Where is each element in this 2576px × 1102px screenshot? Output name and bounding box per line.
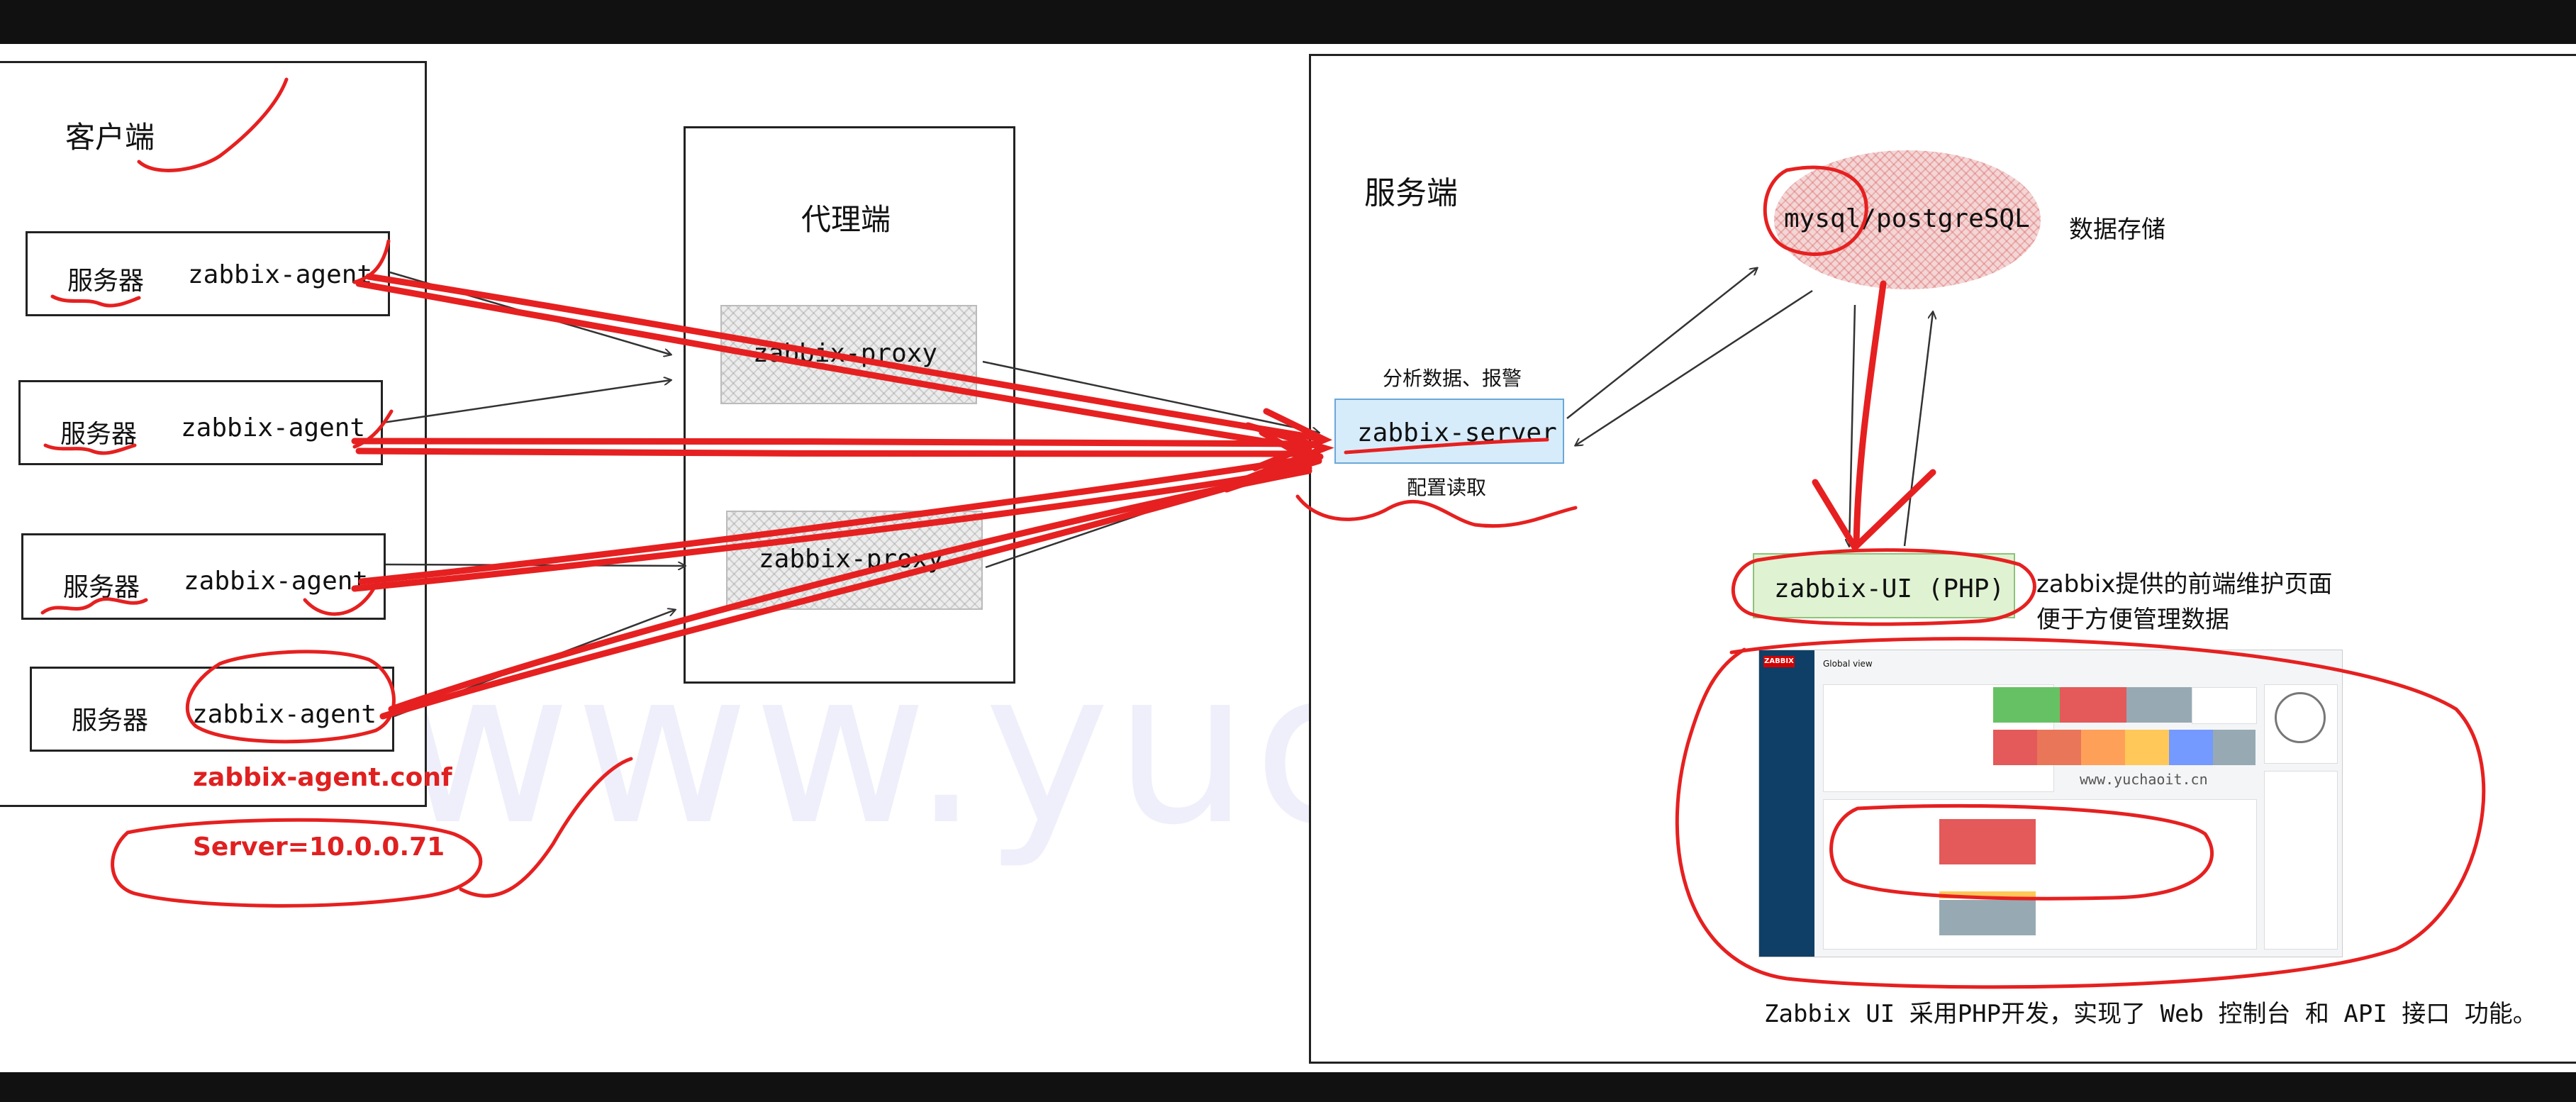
red-arrow-agent3 xyxy=(358,453,1324,585)
circle-mysql xyxy=(1763,165,1868,256)
mark-config xyxy=(1295,494,1578,528)
red-arrow-agent2 xyxy=(351,438,1322,447)
underline-server-3 xyxy=(40,597,148,615)
circle-screenshot xyxy=(1675,637,2486,989)
underline-server-1 xyxy=(50,294,141,308)
circle-conf xyxy=(111,818,483,908)
arrow-ui-db xyxy=(1903,312,1933,547)
red-arrow-agent2-b xyxy=(355,447,1315,457)
arrow-db-ui xyxy=(1849,304,1856,546)
arrow-db-server xyxy=(1576,289,1813,445)
arrow-server-db xyxy=(1566,268,1757,419)
circle-ui xyxy=(1731,548,2036,626)
arrow-agent2-proxy1 xyxy=(382,380,671,424)
red-arrow-agent1-b xyxy=(355,280,1312,452)
circle-agent-4 xyxy=(185,650,396,744)
mark-conf-tail xyxy=(459,757,633,898)
red-arrow-agent1 xyxy=(365,273,1322,442)
diagram-overlay xyxy=(40,77,2486,989)
circle-problems xyxy=(1829,803,2214,901)
red-arrow-db-ui xyxy=(1853,280,1887,550)
underline-server xyxy=(1344,438,1549,455)
red-arrowhead-ui xyxy=(1812,469,1936,553)
mark-client-title xyxy=(137,77,289,172)
underline-server-2 xyxy=(43,443,137,455)
